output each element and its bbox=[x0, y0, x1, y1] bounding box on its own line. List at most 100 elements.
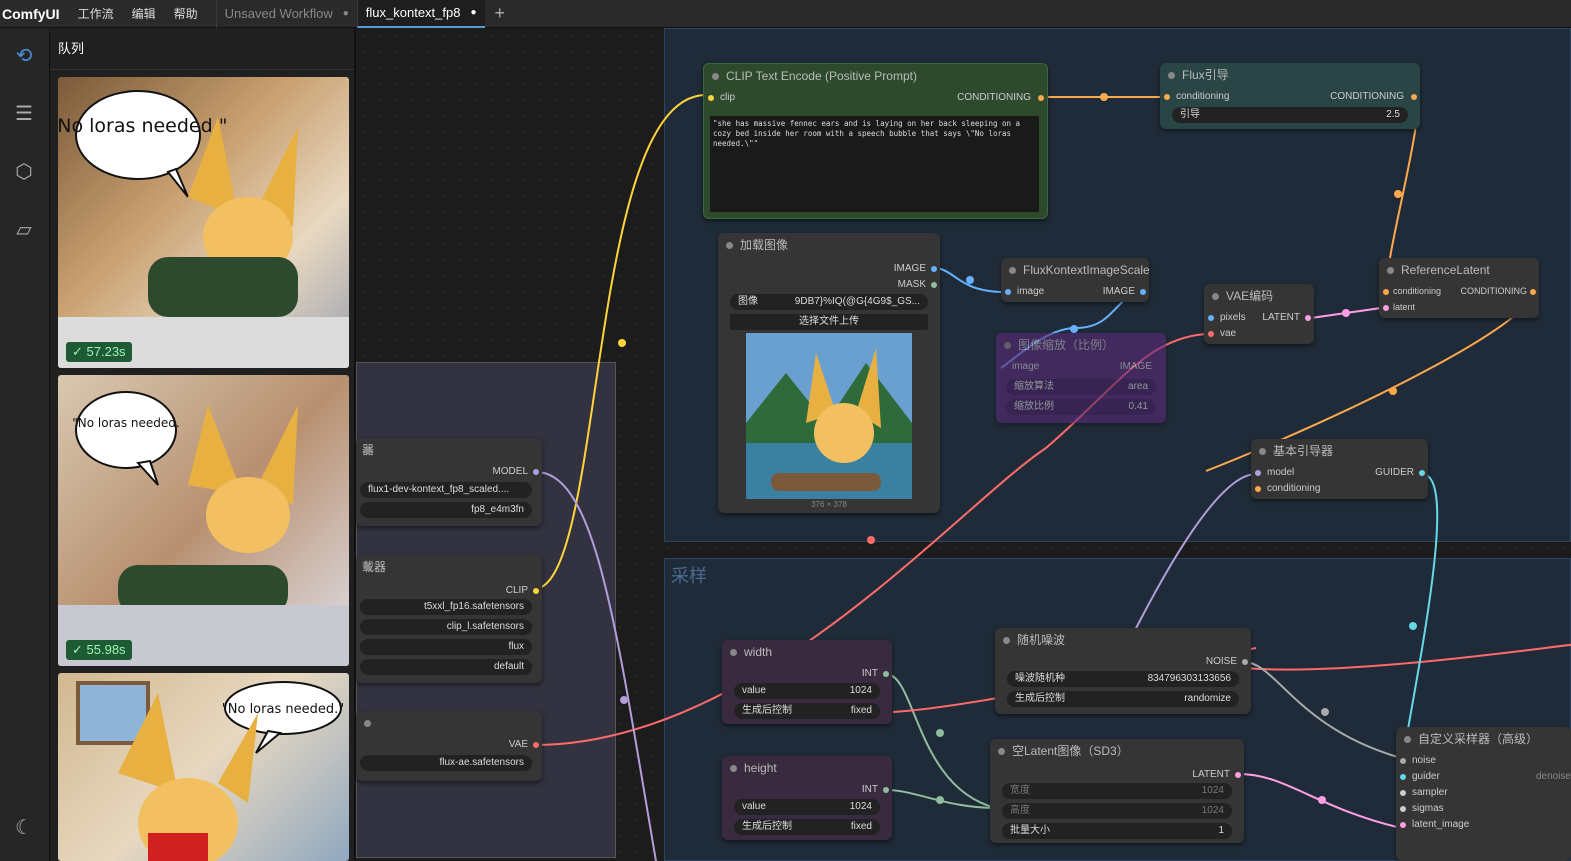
output-pin-int[interactable] bbox=[883, 671, 889, 677]
clip-name2-widget[interactable]: clip_l.safetensors bbox=[360, 619, 532, 635]
menu-edit[interactable]: 编辑 bbox=[132, 5, 156, 22]
control-after-generate-widget[interactable]: 生成后控制 randomize bbox=[1007, 691, 1239, 707]
queue-item-image[interactable]: "No loras needed." ✓ 57.23s bbox=[58, 77, 349, 368]
menu-workflow[interactable]: 工作流 bbox=[78, 5, 114, 22]
node-flux-kontext-image-scale[interactable]: FluxKontextImageScale image IMAGE bbox=[1001, 258, 1150, 302]
input-pin-pixels[interactable] bbox=[1208, 315, 1214, 321]
output-pin-mask[interactable] bbox=[931, 282, 937, 288]
theme-moon-icon[interactable]: ☾ bbox=[10, 814, 38, 842]
noise-seed-widget[interactable]: 噪波随机种 834796303133656 bbox=[1007, 671, 1239, 687]
app-logo[interactable]: ComfyUI bbox=[2, 6, 60, 22]
output-pin-model[interactable] bbox=[533, 469, 539, 475]
guidance-widget[interactable]: 引导 2.5 bbox=[1172, 107, 1408, 123]
input-pin-conditioning[interactable] bbox=[1383, 289, 1389, 295]
clip-type-widget[interactable]: flux bbox=[360, 639, 532, 655]
node-vae-encode[interactable]: VAE编码 pixels vae LATENT bbox=[1204, 284, 1314, 344]
node-title: 自定义采样器（高级） bbox=[1396, 727, 1571, 751]
output-pin-clip[interactable] bbox=[533, 588, 539, 594]
output-label: CONDITIONING bbox=[1460, 286, 1528, 296]
clip-name1-widget[interactable]: t5xxl_fp16.safetensors bbox=[360, 599, 532, 615]
output-pin-noise[interactable] bbox=[1242, 659, 1248, 665]
output-pin-int[interactable] bbox=[883, 787, 889, 793]
input-label: guider bbox=[1412, 771, 1440, 782]
control-after-generate-widget[interactable]: 生成后控制 fixed bbox=[734, 703, 880, 719]
node-load-image[interactable]: 加载图像 IMAGE MASK 图像 9DB7}%IQ(@G{4G9$_GS...… bbox=[718, 233, 940, 513]
workflows-folder-icon[interactable]: ▱ bbox=[10, 216, 38, 244]
node-bypassed-image-scale[interactable]: 图像缩放（比例） image IMAGE 缩放算法 area 缩放比例 0.41 bbox=[996, 333, 1166, 423]
scale-ratio-widget[interactable]: 缩放比例 0.41 bbox=[1006, 399, 1156, 415]
generated-image: "No loras needed." bbox=[76, 681, 344, 861]
unsaved-dot-icon: ● bbox=[470, 7, 477, 18]
node-canvas[interactable]: 采样 CLIP Text Encode (Positive Prompt) cl… bbox=[356, 28, 1571, 861]
link-reroute-dot bbox=[618, 339, 626, 347]
prompt-textarea[interactable]: "she has massive fennec ears and is layi… bbox=[710, 116, 1039, 212]
output-pin-conditioning[interactable] bbox=[1038, 95, 1044, 101]
output-pin-latent[interactable] bbox=[1235, 772, 1241, 778]
batch-size-widget[interactable]: 批量大小 1 bbox=[1002, 823, 1232, 839]
input-pin-sigmas[interactable] bbox=[1400, 806, 1406, 812]
node-clip-text-encode[interactable]: CLIP Text Encode (Positive Prompt) clip … bbox=[703, 63, 1048, 219]
node-title: 载器 bbox=[356, 555, 542, 579]
node-dual-clip-loader[interactable]: 载器 CLIP t5xxl_fp16.safetensors clip_l.sa… bbox=[356, 555, 542, 683]
node-random-noise[interactable]: 随机噪波 NOISE 噪波随机种 834796303133656 生成后控制 ran… bbox=[995, 628, 1251, 714]
value-widget[interactable]: value 1024 bbox=[734, 683, 880, 699]
height-widget[interactable]: 高度 1024 bbox=[1002, 803, 1232, 819]
output-pin-conditioning[interactable] bbox=[1530, 289, 1536, 295]
node-library-icon[interactable]: ☰ bbox=[10, 100, 38, 128]
node-width[interactable]: width INT value 1024 生成后控制 fixed bbox=[722, 640, 892, 724]
link-reroute-dot bbox=[1100, 93, 1108, 101]
input-pin-conditioning[interactable] bbox=[1164, 94, 1170, 100]
input-pin-vae[interactable] bbox=[1208, 331, 1214, 337]
completed-time-badge: ✓ 57.23s bbox=[66, 342, 132, 362]
vae-name-widget[interactable]: flux-ae.safetensors bbox=[360, 755, 532, 771]
unet-name-widget[interactable]: flux1-dev-kontext_fp8_scaled.... bbox=[360, 482, 532, 498]
input-pin-latent[interactable] bbox=[1383, 305, 1389, 311]
output-pin-guider[interactable] bbox=[1419, 470, 1425, 476]
output-label: CONDITIONING bbox=[957, 92, 1031, 103]
upload-button[interactable]: 选择文件上传 bbox=[730, 314, 928, 330]
node-height[interactable]: height INT value 1024 生成后控制 fixed bbox=[722, 756, 892, 840]
node-title: height bbox=[722, 756, 892, 780]
input-pin-latent-image[interactable] bbox=[1400, 822, 1406, 828]
value-widget[interactable]: value 1024 bbox=[734, 799, 880, 815]
input-pin-image[interactable] bbox=[1005, 289, 1011, 295]
node-basic-guider[interactable]: 基本引导器 model conditioning GUIDER bbox=[1251, 439, 1428, 499]
output-pin-conditioning[interactable] bbox=[1411, 94, 1417, 100]
output-pin-image[interactable] bbox=[1140, 289, 1146, 295]
menu-help[interactable]: 帮助 bbox=[174, 5, 198, 22]
input-label: model bbox=[1267, 467, 1295, 478]
queue-item-image[interactable]: "No loras needed." bbox=[58, 673, 349, 861]
input-pin-noise[interactable] bbox=[1400, 758, 1406, 764]
output-label: denoise bbox=[1535, 771, 1571, 782]
new-tab-plus-icon[interactable]: + bbox=[495, 3, 506, 24]
image-select-widget[interactable]: 图像 9DB7}%IQ(@G{4G9$_GS... bbox=[730, 294, 928, 310]
tab-flux-kontext[interactable]: flux_kontext_fp8 ● bbox=[356, 0, 485, 28]
scale-method-widget[interactable]: 缩放算法 area bbox=[1006, 379, 1156, 395]
weight-dtype-widget[interactable]: fp8_e4m3fn bbox=[360, 502, 532, 518]
input-pin-clip[interactable] bbox=[708, 95, 714, 101]
node-reference-latent[interactable]: ReferenceLatent conditioning latent COND… bbox=[1379, 258, 1539, 318]
node-title: 空Latent图像（SD3） bbox=[990, 739, 1244, 763]
node-sampler-custom-advanced[interactable]: 自定义采样器（高级） noise guider sampler sigmas l… bbox=[1396, 727, 1571, 861]
node-unet-loader[interactable]: 器 MODEL flux1-dev-kontext_fp8_scaled....… bbox=[356, 438, 542, 526]
input-pin-guider[interactable] bbox=[1400, 774, 1406, 780]
output-pin-image[interactable] bbox=[931, 266, 937, 272]
tab-unsaved-workflow[interactable]: Unsaved Workflow ● bbox=[215, 0, 357, 28]
unsaved-dot-icon: ● bbox=[342, 8, 349, 19]
model-library-icon[interactable]: ⬡ bbox=[10, 158, 38, 186]
input-pin-conditioning[interactable] bbox=[1255, 486, 1261, 492]
speech-bubble-text: "No loras needed." bbox=[58, 115, 227, 137]
node-vae-loader[interactable]: VAE flux-ae.safetensors bbox=[356, 711, 542, 781]
output-pin-vae[interactable] bbox=[533, 742, 539, 748]
history-icon[interactable]: ⟲ bbox=[10, 42, 38, 70]
queue-item-image[interactable]: "No loras needed. ✓ 55.98s bbox=[58, 375, 349, 666]
output-label: IMAGE bbox=[893, 263, 926, 274]
device-widget[interactable]: default bbox=[360, 659, 532, 675]
node-empty-latent-sd3[interactable]: 空Latent图像（SD3） LATENT 宽度 1024 高度 1024 批量大小… bbox=[990, 739, 1244, 843]
input-pin-model[interactable] bbox=[1255, 470, 1261, 476]
node-flux-guidance[interactable]: Flux引导 conditioning CONDITIONING 引导 2.5 bbox=[1160, 63, 1420, 129]
input-pin-sampler[interactable] bbox=[1400, 790, 1406, 796]
control-after-generate-widget[interactable]: 生成后控制 fixed bbox=[734, 819, 880, 835]
output-pin-latent[interactable] bbox=[1305, 315, 1311, 321]
width-widget[interactable]: 宽度 1024 bbox=[1002, 783, 1232, 799]
